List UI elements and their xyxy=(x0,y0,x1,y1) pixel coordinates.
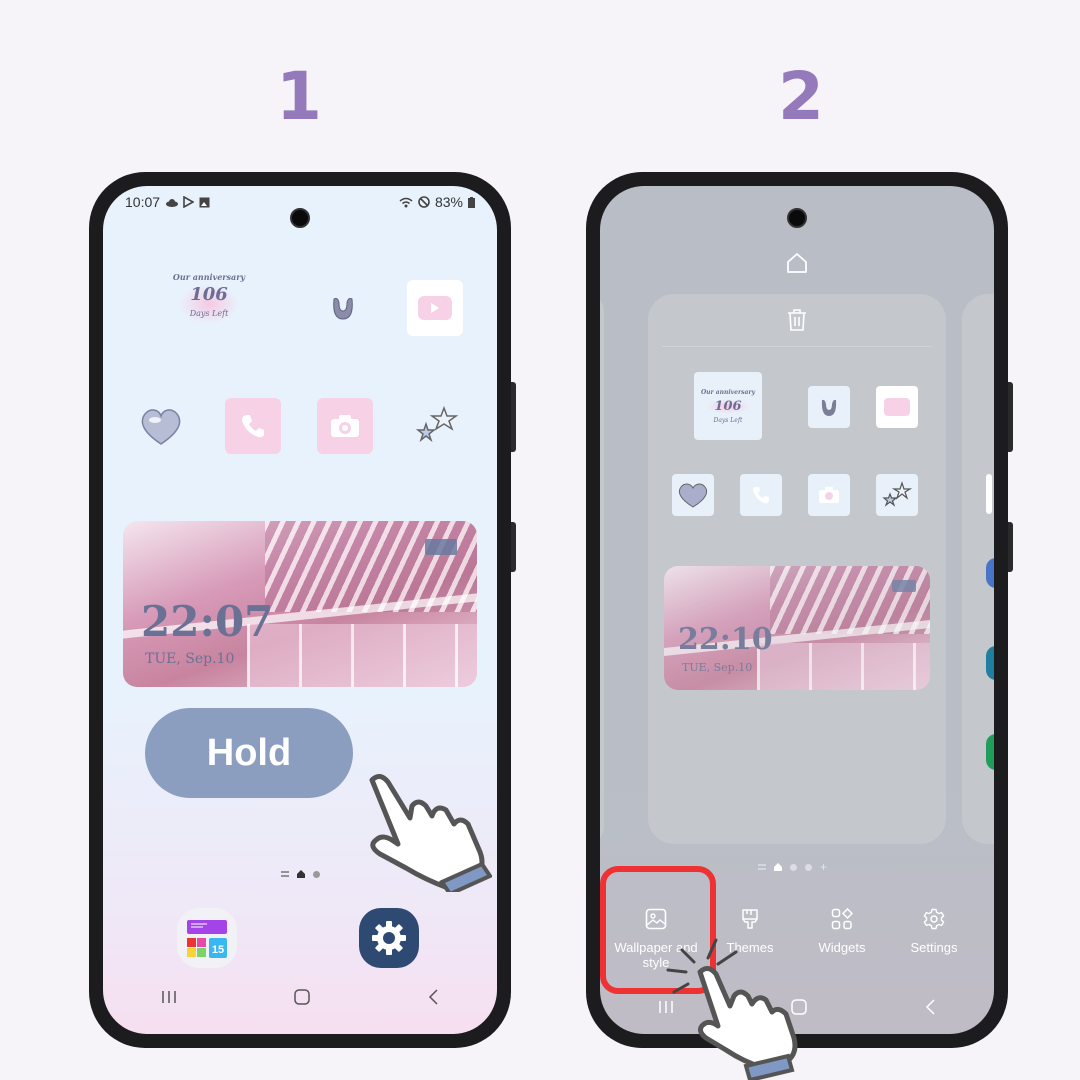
back-button[interactable] xyxy=(427,989,439,1005)
phone-icon[interactable] xyxy=(740,474,782,516)
hold-label: Hold xyxy=(145,708,353,798)
anniversary-days: 106 xyxy=(706,398,750,414)
camera-icon[interactable] xyxy=(317,398,373,454)
widget-time: 22:07 xyxy=(141,597,274,646)
gallery-icon xyxy=(199,197,210,207)
play-store-icon xyxy=(183,196,195,208)
prev-page-card[interactable] xyxy=(600,294,604,844)
widget-date: TUE, Sep.10 xyxy=(682,661,753,674)
status-time: 10:07 xyxy=(125,194,161,210)
anniversary-title: Our anniversary xyxy=(172,272,246,282)
home-page-dot[interactable] xyxy=(297,870,305,878)
page-indicator: + xyxy=(758,860,827,874)
phone-icon[interactable] xyxy=(225,398,281,454)
camera-icon[interactable] xyxy=(808,474,850,516)
calendar-app-icon[interactable]: 15 xyxy=(177,908,237,968)
next-page-card[interactable] xyxy=(962,294,994,844)
widgets-label: Widgets xyxy=(818,940,866,955)
step-number-2: 2 xyxy=(778,58,824,135)
anniversary-widget[interactable]: Our anniversary 106 Days Left xyxy=(169,272,249,324)
home-screen: 10:07 83% Our anniversary 106 Days Left xyxy=(103,186,497,1034)
anniversary-days: 106 xyxy=(190,284,228,305)
hand-pointer-icon xyxy=(369,774,492,892)
stars-icon[interactable] xyxy=(876,474,918,516)
page-dot[interactable] xyxy=(790,863,797,871)
home-button[interactable] xyxy=(293,988,311,1006)
u-app-icon[interactable] xyxy=(808,386,850,428)
heart-icon[interactable] xyxy=(133,398,189,454)
front-camera xyxy=(787,208,807,228)
front-camera xyxy=(290,208,310,228)
anniversary-subtitle: Days Left xyxy=(189,309,229,318)
svg-text:15: 15 xyxy=(212,944,224,956)
anniversary-subtitle: Days Left xyxy=(713,416,743,424)
widget-date: TUE, Sep.10 xyxy=(145,651,235,667)
clock-widget[interactable]: 22:10 TUE, Sep.10 xyxy=(664,566,930,690)
u-app-icon[interactable] xyxy=(315,280,371,336)
brush-icon xyxy=(742,909,758,929)
navigation-bar xyxy=(103,988,497,1006)
home-page-dot[interactable] xyxy=(774,863,782,871)
add-page-icon[interactable]: + xyxy=(820,860,827,874)
tap-hand-icon xyxy=(666,938,798,1080)
youtube-icon[interactable] xyxy=(876,386,918,428)
page-dot[interactable] xyxy=(313,870,320,878)
settings-label: Settings xyxy=(910,940,958,955)
page-dot[interactable] xyxy=(805,863,812,871)
gear-icon xyxy=(923,908,945,930)
wifi-icon xyxy=(399,197,413,207)
current-page-card[interactable]: Our anniversary 106 Days Left 22:10 TUE,… xyxy=(648,294,946,844)
page-indicator xyxy=(281,870,320,878)
battery-widget-icon xyxy=(892,580,916,592)
anniversary-title: Our anniversary xyxy=(700,388,756,396)
pages-menu-icon xyxy=(758,864,766,870)
anniversary-widget[interactable]: Our anniversary 106 Days Left xyxy=(694,372,762,440)
recents-button[interactable] xyxy=(161,989,177,1005)
cloud-icon xyxy=(166,198,179,207)
settings-button[interactable]: Settings xyxy=(888,908,980,955)
back-button[interactable] xyxy=(924,999,936,1015)
widget-time: 22:10 xyxy=(678,622,773,657)
stars-icon[interactable] xyxy=(409,398,465,454)
settings-icon[interactable] xyxy=(359,908,419,968)
youtube-icon[interactable] xyxy=(407,280,463,336)
widgets-icon xyxy=(831,908,853,930)
clock-widget[interactable]: 22:07 TUE, Sep.10 xyxy=(123,521,477,687)
pages-menu-icon xyxy=(281,871,289,877)
phone-1: 10:07 83% Our anniversary 106 Days Left xyxy=(89,172,516,1048)
do-not-disturb-icon xyxy=(418,196,430,208)
battery-widget-icon xyxy=(425,539,457,555)
battery-icon xyxy=(468,196,475,208)
delete-page-icon[interactable] xyxy=(786,308,808,332)
step-number-1: 1 xyxy=(276,58,322,135)
set-home-page-icon[interactable] xyxy=(786,252,808,274)
battery-percent: 83% xyxy=(434,194,463,210)
heart-icon[interactable] xyxy=(672,474,714,516)
